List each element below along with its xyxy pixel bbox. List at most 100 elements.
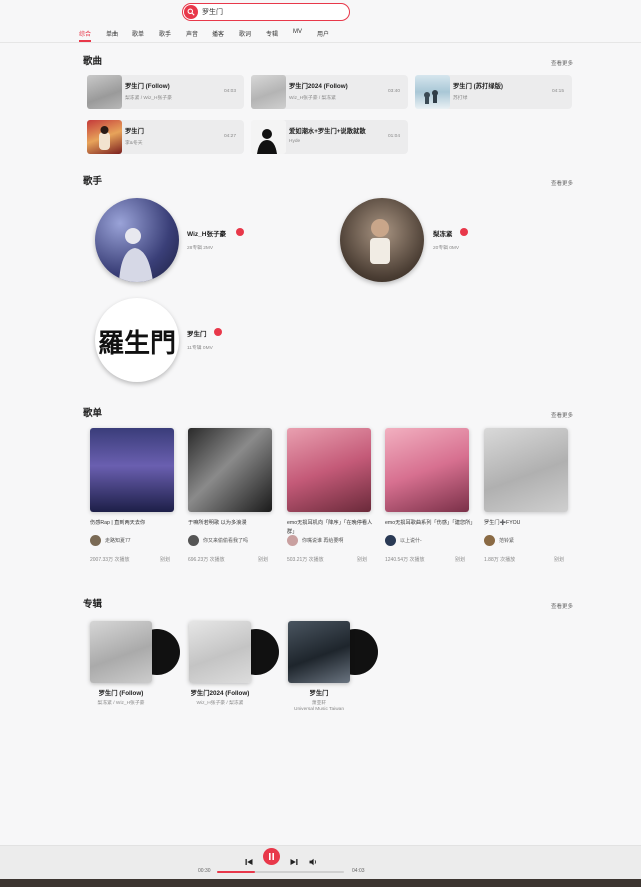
song-cover	[251, 120, 286, 154]
tab-albums[interactable]: 专辑	[266, 29, 278, 38]
tab-artists[interactable]: 歌手	[159, 29, 171, 38]
album-cover[interactable]	[189, 621, 251, 683]
artist-avatar[interactable]: 羅生門	[95, 298, 179, 382]
pause-button[interactable]	[263, 848, 280, 865]
playlist-name[interactable]: emo无损耳歌曲系列「伤感」「建您所」	[385, 519, 476, 528]
creator-avatar[interactable]	[90, 535, 101, 546]
verified-badge-icon	[236, 228, 244, 236]
song-duration: 04:15	[551, 89, 564, 94]
volume-icon[interactable]	[309, 853, 318, 871]
album-cover[interactable]	[90, 621, 152, 683]
playlist-creator[interactable]: 走路知夏77	[105, 537, 131, 544]
search-box[interactable]	[182, 3, 350, 21]
playlists-section-title: 歌单	[83, 408, 103, 419]
song-artist[interactable]: 苏打绿	[453, 94, 467, 101]
song-cover	[87, 120, 122, 154]
next-track-icon[interactable]	[290, 853, 298, 871]
song-artist[interactable]: Wiz_H张子豪 / 梨冻紧	[289, 94, 336, 101]
albums-more-link[interactable]: 查看更多	[551, 602, 573, 610]
tab-podcasts[interactable]: 播客	[212, 29, 224, 38]
verified-badge-icon	[214, 328, 222, 336]
playlist-cover[interactable]	[287, 428, 371, 512]
artist-info: 11专辑 0MV	[187, 346, 213, 351]
playlist-cover[interactable]	[188, 428, 272, 512]
progress-slider[interactable]	[217, 871, 344, 873]
albums-section-title: 专辑	[83, 599, 103, 610]
playlist-name[interactable]: emo无损耳机向「降序」「在晚停看人群」	[287, 519, 377, 537]
playlist-play-count: 1240.54万 次播放	[385, 557, 425, 563]
song-name: 罗生门2024 (Follow)	[289, 83, 348, 90]
album-name[interactable]: 罗生门	[268, 688, 370, 697]
artist-avatar[interactable]	[95, 198, 179, 282]
album-artist[interactable]: 梨冻紧 / Wiz_H张子豪	[70, 699, 172, 706]
playlist-action[interactable]: 别划	[258, 556, 268, 563]
song-duration: 01:04	[387, 134, 400, 139]
search-icon[interactable]	[184, 5, 198, 19]
playlist-name[interactable]: 于嘛所若明歌 以为多浪漫	[188, 519, 278, 528]
tab-playlists[interactable]: 歌单	[132, 29, 144, 38]
playlist-action[interactable]: 别划	[160, 556, 170, 563]
playlist-creator[interactable]: 你又来偷偷看我了吗	[203, 537, 248, 544]
artist-info: 28专辑 2MV	[187, 246, 214, 251]
song-duration: 03:40	[387, 89, 400, 94]
tab-lyrics[interactable]: 歌词	[239, 29, 251, 38]
playlist-cover[interactable]	[484, 428, 568, 512]
playlist-play-count: 1.88万 次播放	[484, 557, 516, 563]
playlist-action[interactable]: 别划	[357, 556, 367, 563]
creator-avatar[interactable]	[188, 535, 199, 546]
playlist-action[interactable]: 别划	[455, 556, 465, 563]
playlist-play-count: 503.21万 次播放	[287, 557, 324, 563]
tab-users[interactable]: 用户	[317, 29, 329, 38]
search-input[interactable]	[202, 5, 342, 18]
playlists-more-link[interactable]: 查看更多	[551, 411, 573, 419]
tab-mv[interactable]: MV	[293, 29, 302, 35]
active-tab-indicator	[79, 40, 91, 42]
playlist-cover[interactable]	[90, 428, 174, 512]
previous-track-icon[interactable]	[245, 853, 253, 871]
song-item[interactable]: 罗生门 (苏打绿版) 苏打绿 04:15	[415, 75, 572, 109]
player-bar: 00:30 04:03	[0, 845, 641, 880]
artist-avatar[interactable]	[340, 198, 424, 282]
playlist-name[interactable]: 伤感Rap | 直到两天去你	[90, 519, 180, 528]
album-label: Universal Music Taiwan	[293, 707, 345, 712]
tab-voices[interactable]: 声音	[186, 29, 198, 38]
song-cover	[415, 75, 450, 109]
tab-songs[interactable]: 单曲	[106, 29, 118, 38]
song-name: 罗生门 (Follow)	[125, 83, 170, 90]
song-artist[interactable]: 梨冻紧 / Wiz_H张子豪	[125, 94, 172, 101]
song-cover	[251, 75, 286, 109]
songs-more-link[interactable]: 查看更多	[551, 59, 573, 67]
song-artist[interactable]: 李&冬天	[125, 139, 143, 146]
song-item[interactable]: 爱如潮水+罗生门+说散就散 Hyde 01:04	[251, 120, 408, 154]
album-cover[interactable]	[288, 621, 350, 683]
playlist-creator[interactable]: 你嘴说谁 再给要啊	[302, 537, 343, 544]
album-name[interactable]: 罗生门2024 (Follow)	[169, 688, 271, 697]
search-type-tabs: 综合 单曲 歌单 歌手 声音 播客 歌词 专辑 MV 用户	[0, 26, 641, 43]
playlist-creator[interactable]: 范铃紧	[499, 537, 514, 544]
song-item[interactable]: 罗生门 李&冬天 04:27	[87, 120, 244, 154]
playlist-action[interactable]: 别划	[554, 556, 564, 563]
song-name: 爱如潮水+罗生门+说散就散	[289, 128, 366, 135]
artist-name[interactable]: 罗生门	[187, 328, 207, 338]
album-artist[interactable]: 萧亚轩	[268, 699, 370, 706]
playlist-creator[interactable]: 以上说什-	[400, 537, 422, 544]
album-name[interactable]: 罗生门 (Follow)	[70, 688, 172, 697]
album-artist[interactable]: Wiz_H张子豪 / 梨冻紧	[169, 699, 271, 706]
playlist-play-count: 2007.33万 次播放	[90, 557, 130, 563]
song-item[interactable]: 罗生门2024 (Follow) Wiz_H张子豪 / 梨冻紧 03:40	[251, 75, 408, 109]
song-artist[interactable]: Hyde	[289, 139, 300, 144]
creator-avatar[interactable]	[287, 535, 298, 546]
creator-avatar[interactable]	[484, 535, 495, 546]
artist-name[interactable]: 梨冻紧	[433, 228, 453, 238]
playlist-name[interactable]: 罗生门➕FYOU	[484, 519, 574, 528]
tab-comprehensive[interactable]: 综合	[79, 29, 91, 38]
verified-badge-icon	[460, 228, 468, 236]
playlist-play-count: 696.23万 次播放	[188, 557, 225, 563]
progress-fill	[217, 871, 256, 873]
song-item[interactable]: 罗生门 (Follow) 梨冻紧 / Wiz_H张子豪 04:03	[87, 75, 244, 109]
artists-more-link[interactable]: 查看更多	[551, 179, 573, 187]
creator-avatar[interactable]	[385, 535, 396, 546]
playlist-cover[interactable]	[385, 428, 469, 512]
artist-name[interactable]: Wiz_H张子豪	[187, 228, 226, 238]
song-duration: 04:27	[223, 134, 236, 139]
